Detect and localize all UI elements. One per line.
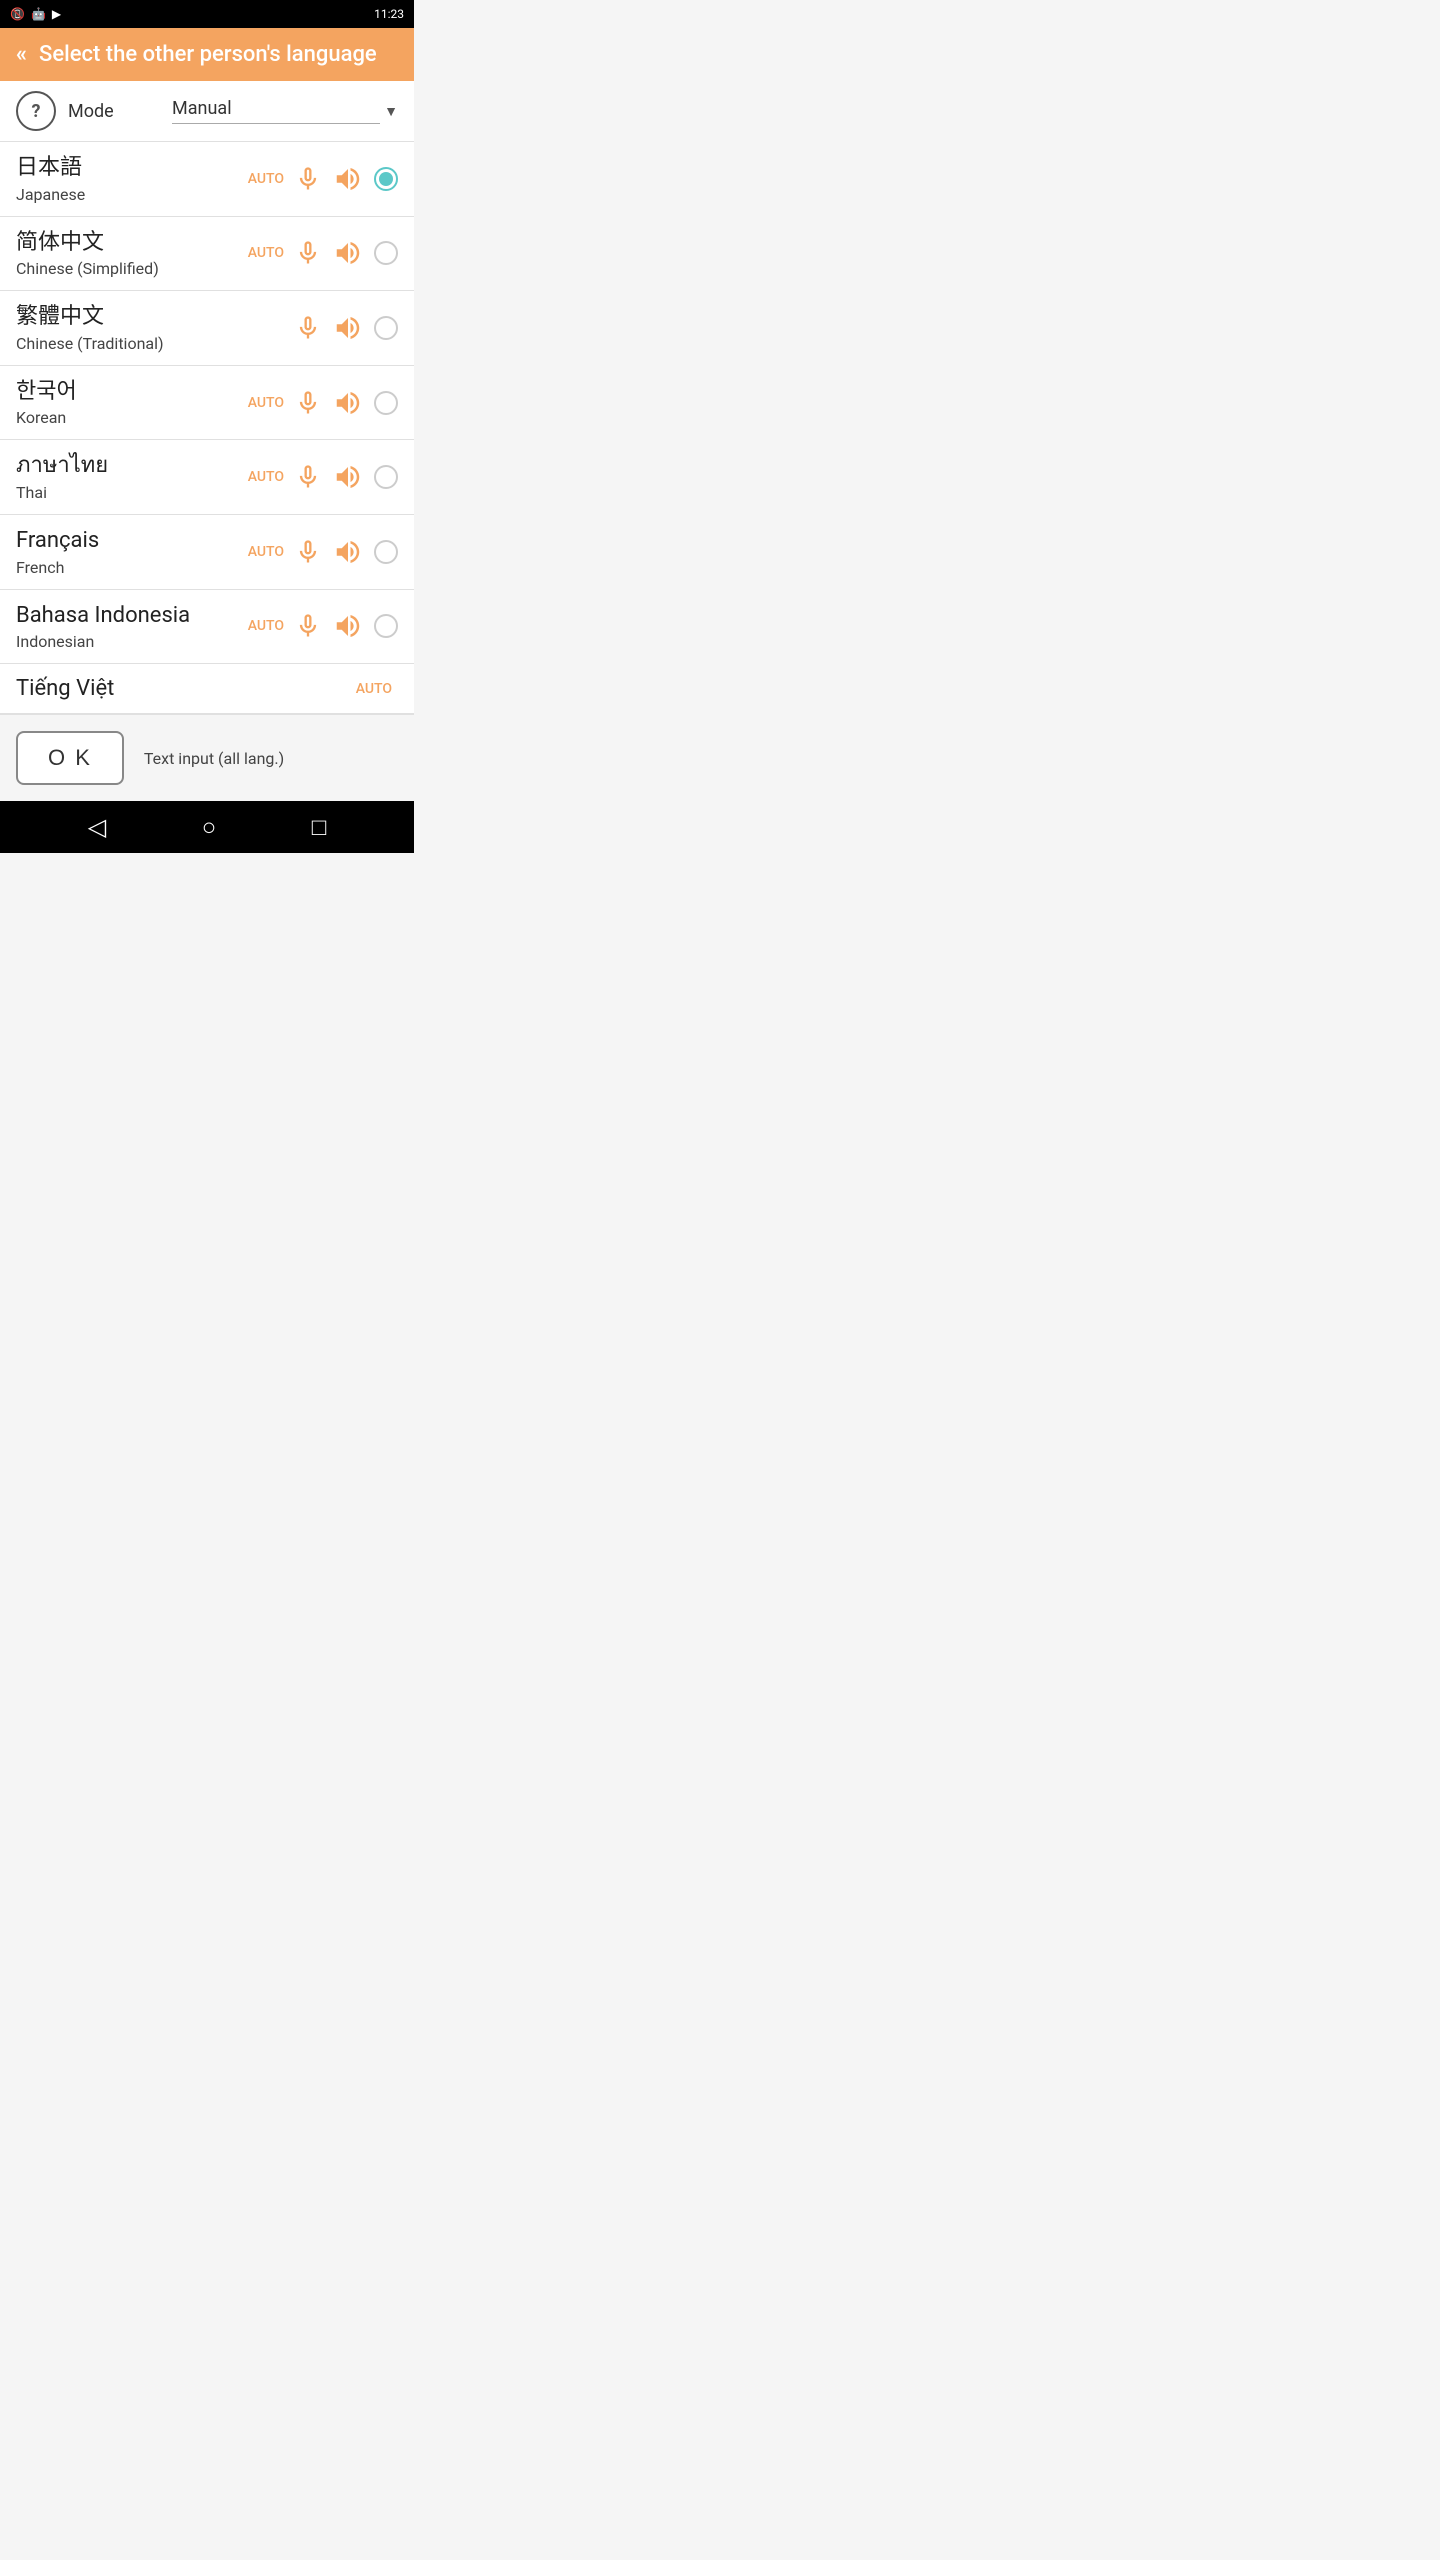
speaker-icon[interactable]	[330, 459, 366, 495]
radio-button-indonesian[interactable]	[374, 614, 398, 638]
language-native: 日本語	[16, 154, 248, 183]
mic-icon[interactable]	[290, 459, 326, 495]
language-native: Bahasa Indonesia	[16, 602, 248, 631]
list-item[interactable]: 繁體中文 Chinese (Traditional)	[0, 291, 414, 366]
radio-button-korean[interactable]	[374, 391, 398, 415]
recent-nav-icon[interactable]: □	[312, 813, 327, 842]
nav-bar: ◁ ○ □	[0, 801, 414, 853]
footer: O K Text input (all lang.)	[0, 714, 414, 801]
radio-button-thai[interactable]	[374, 465, 398, 489]
language-text-chinese-traditional: 繁體中文 Chinese (Traditional)	[16, 303, 284, 353]
language-list: 日本語 Japanese AUTO 简体中文 Chinese (Simplifi…	[0, 142, 414, 714]
speaker-icon[interactable]	[330, 235, 366, 271]
status-bar: 📵 🤖 ▶ 11:23	[0, 0, 414, 28]
ok-button[interactable]: O K	[16, 731, 124, 785]
language-english: Korean	[16, 408, 248, 427]
mode-row: ? Mode Manual ▼	[0, 81, 414, 142]
language-text-indonesian: Bahasa Indonesia Indonesian	[16, 602, 248, 652]
language-text-chinese-simplified: 简体中文 Chinese (Simplified)	[16, 229, 248, 279]
mic-icon[interactable]	[290, 385, 326, 421]
radio-button-japanese[interactable]	[374, 167, 398, 191]
radio-button-chinese-traditional[interactable]	[374, 316, 398, 340]
list-item[interactable]: Bahasa Indonesia Indonesian AUTO	[0, 590, 414, 665]
language-text-thai: ภาษาไทย Thai	[16, 452, 248, 502]
auto-label: AUTO	[248, 618, 284, 634]
language-english: Chinese (Traditional)	[16, 334, 284, 353]
page-title: Select the other person's language	[39, 42, 377, 67]
mic-icon[interactable]	[290, 608, 326, 644]
language-text-vietnamese: Tiếng Việt	[16, 676, 356, 701]
speaker-icon[interactable]	[330, 310, 366, 346]
header: « Select the other person's language	[0, 28, 414, 81]
speaker-icon[interactable]	[330, 385, 366, 421]
mic-icon[interactable]	[290, 534, 326, 570]
speaker-icon[interactable]	[330, 608, 366, 644]
list-item[interactable]: 简体中文 Chinese (Simplified) AUTO	[0, 217, 414, 292]
language-native: ภาษาไทย	[16, 452, 248, 481]
language-native: Français	[16, 527, 248, 556]
playstore-icon: ▶	[52, 7, 61, 21]
language-english: Japanese	[16, 185, 248, 204]
language-english: Thai	[16, 483, 248, 502]
back-button[interactable]: «	[16, 42, 27, 67]
list-item[interactable]: 日本語 Japanese AUTO	[0, 142, 414, 217]
status-bar-right: 11:23	[374, 7, 404, 21]
list-item[interactable]: Français French AUTO	[0, 515, 414, 590]
list-item[interactable]: ภาษาไทย Thai AUTO	[0, 440, 414, 515]
help-icon[interactable]: ?	[16, 91, 56, 131]
list-item[interactable]: Tiếng Việt AUTO	[0, 664, 414, 714]
mode-value[interactable]: Manual	[172, 98, 380, 124]
language-native: 한국어	[16, 378, 248, 407]
language-english: French	[16, 558, 248, 577]
language-text-japanese: 日本語 Japanese	[16, 154, 248, 204]
language-text-korean: 한국어 Korean	[16, 378, 248, 428]
language-native: Tiếng Việt	[16, 676, 356, 701]
language-native: 繁體中文	[16, 303, 284, 332]
language-english: Chinese (Simplified)	[16, 259, 248, 278]
language-text-french: Français French	[16, 527, 248, 577]
radio-button-french[interactable]	[374, 540, 398, 564]
back-nav-icon[interactable]: ◁	[88, 813, 106, 841]
mic-icon[interactable]	[290, 161, 326, 197]
auto-label: AUTO	[356, 681, 392, 697]
time-display: 11:23	[374, 7, 404, 21]
auto-label: AUTO	[248, 544, 284, 560]
mode-label: Mode	[68, 101, 172, 122]
text-input-label[interactable]: Text input (all lang.)	[144, 749, 284, 768]
auto-label: AUTO	[248, 245, 284, 261]
speaker-icon[interactable]	[330, 161, 366, 197]
android-icon: 🤖	[31, 7, 46, 21]
language-english: Indonesian	[16, 632, 248, 651]
status-bar-left: 📵 🤖 ▶	[10, 7, 61, 21]
dropdown-arrow-icon[interactable]: ▼	[384, 103, 398, 120]
list-item[interactable]: 한국어 Korean AUTO	[0, 366, 414, 441]
mic-icon[interactable]	[290, 235, 326, 271]
auto-label: AUTO	[248, 469, 284, 485]
radio-button-chinese-simplified[interactable]	[374, 241, 398, 265]
language-native: 简体中文	[16, 229, 248, 258]
speaker-icon[interactable]	[330, 534, 366, 570]
home-nav-icon[interactable]: ○	[202, 813, 217, 842]
auto-label: AUTO	[248, 395, 284, 411]
mic-icon[interactable]	[290, 310, 326, 346]
notification-icon: 📵	[10, 7, 25, 21]
auto-label: AUTO	[248, 171, 284, 187]
